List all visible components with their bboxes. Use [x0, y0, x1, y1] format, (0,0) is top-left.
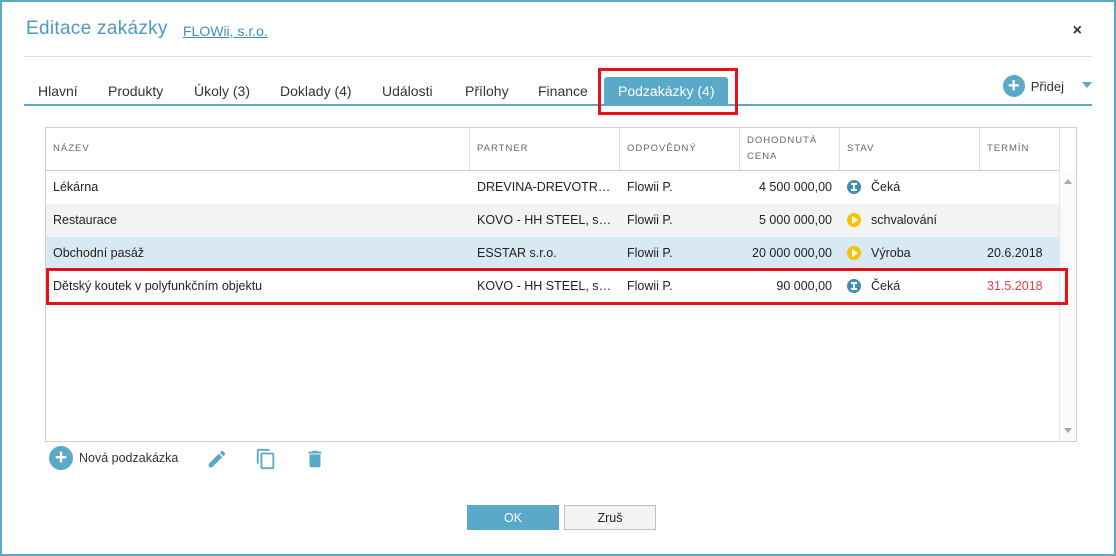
column-header-price[interactable]: DOHODNUTÁ CENA	[740, 128, 840, 170]
new-subcontract-button[interactable]: + Nová podzakázka	[49, 446, 178, 470]
cell-price: 20 000 000,00	[752, 246, 832, 260]
cell-deadline: 31.5.2018	[987, 279, 1043, 293]
column-header-partner[interactable]: PARTNER	[470, 128, 620, 170]
cell-name: Obchodní pasáž	[53, 246, 145, 260]
trash-icon[interactable]	[304, 448, 326, 470]
hourglass-icon	[847, 180, 861, 194]
cell-name: Lékárna	[53, 180, 99, 194]
scroll-down-icon[interactable]	[1064, 428, 1072, 433]
column-header-name[interactable]: NÁZEV	[46, 128, 470, 170]
cell-name: Dětský koutek v polyfunkčním objektu	[53, 279, 263, 293]
cell-status: Čeká	[840, 270, 980, 303]
cancel-button[interactable]: Zruš	[564, 505, 656, 530]
cell-partner: KOVO - HH STEEL, s.r.o.	[477, 279, 613, 293]
status-label: Čeká	[871, 279, 901, 293]
tab-tasks[interactable]: Úkoly (3)	[194, 83, 250, 99]
plus-icon: +	[1002, 75, 1025, 97]
table-row[interactable]: Dětský koutek v polyfunkčním objektu KOV…	[46, 270, 1060, 303]
column-header-status[interactable]: STAV	[840, 128, 980, 170]
table-header: NÁZEV PARTNER ODPOVĚDNÝ DOHODNUTÁ CENA S…	[46, 128, 1060, 171]
tab-subcontracts[interactable]: Podzakázky (4)	[604, 77, 729, 106]
table-row[interactable]: Restaurace KOVO - HH STEEL, s.r.o. Flowi…	[46, 204, 1060, 237]
chevron-down-icon[interactable]	[1082, 82, 1092, 88]
table-row[interactable]: Obchodní pasáž ESSTAR s.r.o. Flowii P. 2…	[46, 237, 1060, 270]
add-button[interactable]: + Přidej	[1002, 74, 1064, 98]
cell-responsible: Flowii P.	[627, 180, 673, 194]
vertical-scrollbar[interactable]	[1059, 171, 1076, 441]
pencil-icon[interactable]	[206, 448, 228, 470]
column-header-responsible[interactable]: ODPOVĚDNÝ	[620, 128, 740, 170]
play-icon	[847, 213, 861, 227]
tab-main[interactable]: Hlavní	[38, 83, 78, 99]
tab-products[interactable]: Produkty	[108, 83, 163, 99]
cell-deadline: 20.6.2018	[987, 246, 1043, 260]
table-toolbar: + Nová podzakázka	[49, 446, 349, 472]
header-scroll-corner	[1059, 128, 1076, 171]
cell-status: Výroba	[840, 237, 980, 270]
subcontracts-table: NÁZEV PARTNER ODPOVĚDNÝ DOHODNUTÁ CENA S…	[45, 127, 1077, 442]
new-subcontract-label: Nová podzakázka	[79, 451, 179, 465]
play-icon	[847, 246, 861, 260]
cell-partner: ESSTAR s.r.o.	[477, 246, 557, 260]
scroll-up-icon[interactable]	[1064, 179, 1072, 184]
status-label: Čeká	[871, 180, 901, 194]
cell-price: 4 500 000,00	[759, 180, 832, 194]
tab-events[interactable]: Události	[382, 83, 433, 99]
dialog-header: Editace zakázky FLOWii, s.r.o. ×	[26, 18, 1090, 48]
close-icon[interactable]: ×	[1073, 22, 1082, 40]
copy-icon[interactable]	[255, 448, 277, 470]
cell-status: schvalování	[840, 204, 980, 237]
tab-documents[interactable]: Doklady (4)	[280, 83, 352, 99]
add-button-label: Přidej	[1030, 78, 1064, 94]
status-label: schvalování	[871, 213, 938, 227]
dialog-title: Editace zakázky	[26, 18, 168, 39]
cell-deadline	[980, 204, 1060, 237]
table-row[interactable]: Lékárna DREVINA-DREVOTRIESKA, s.r.o. Flo…	[46, 171, 1060, 204]
tab-bar: Hlavní Produkty Úkoly (3) Doklady (4) Ud…	[24, 72, 1092, 106]
hourglass-icon	[847, 279, 861, 293]
company-link[interactable]: FLOWii, s.r.o.	[183, 23, 268, 39]
plus-icon: +	[49, 446, 73, 470]
edit-order-dialog: Editace zakázky FLOWii, s.r.o. × Hlavní …	[0, 0, 1116, 556]
cell-deadline	[980, 171, 1060, 204]
header-divider	[24, 56, 1092, 57]
cell-status: Čeká	[840, 171, 980, 204]
ok-button[interactable]: OK	[467, 505, 559, 530]
column-header-deadline[interactable]: TERMÍN	[980, 128, 1060, 170]
cell-responsible: Flowii P.	[627, 279, 673, 293]
cell-price: 5 000 000,00	[759, 213, 832, 227]
tab-attachments[interactable]: Přílohy	[465, 83, 509, 99]
status-label: Výroba	[871, 246, 911, 260]
cell-partner: DREVINA-DREVOTRIESKA, s.r.o.	[477, 180, 613, 194]
cell-name: Restaurace	[53, 213, 117, 227]
cell-price: 90 000,00	[776, 279, 832, 293]
tab-finance[interactable]: Finance	[538, 83, 588, 99]
cell-responsible: Flowii P.	[627, 213, 673, 227]
cell-partner: KOVO - HH STEEL, s.r.o.	[477, 213, 613, 227]
cell-responsible: Flowii P.	[627, 246, 673, 260]
